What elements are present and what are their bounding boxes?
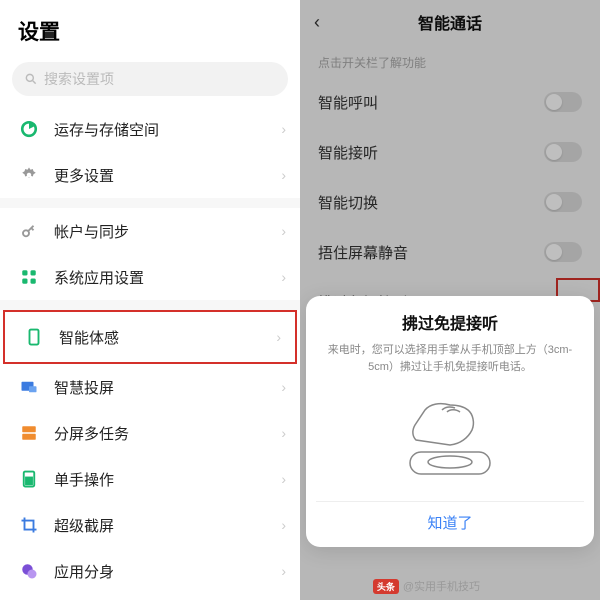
search-icon [24, 72, 38, 86]
row-account-sync[interactable]: 帐户与同步 › [0, 208, 300, 254]
chevron-right-icon: › [276, 329, 281, 345]
row-more-settings[interactable]: 更多设置 › [0, 152, 300, 198]
phone-rect-icon [23, 326, 45, 348]
row-label: 超级截屏 [54, 515, 281, 536]
settings-panel: 设置 搜索设置项 运存与存储空间 › 更多设置 › 帐户与同步 › 系统应用设置… [0, 0, 300, 600]
popup-title: 拂过免提接听 [316, 310, 584, 334]
row-system-apps[interactable]: 系统应用设置 › [0, 254, 300, 300]
search-placeholder: 搜索设置项 [44, 69, 114, 89]
gesture-illustration [316, 385, 584, 495]
row-app-clone[interactable]: 应用分身 › [0, 548, 300, 594]
row-label: 运存与存储空间 [54, 119, 281, 140]
row-super-screenshot[interactable]: 超级截屏 › [0, 502, 300, 548]
chevron-right-icon: › [281, 425, 286, 441]
watermark-author: @实用手机技巧 [403, 578, 480, 594]
row-split-screen[interactable]: 分屏多任务 › [0, 410, 300, 456]
row-label: 智慧投屏 [54, 377, 281, 398]
smart-call-panel: ‹ 智能通话 点击开关栏了解功能 智能呼叫 智能接听 智能切换 捂住屏幕静音 拂… [300, 0, 600, 600]
popup-confirm-button[interactable]: 知道了 [316, 501, 584, 537]
info-popup: 拂过免提接听 来电时，您可以选择用手掌从手机顶部上方（3cm-5cm）拂过让手机… [306, 296, 594, 547]
row-smart-cast[interactable]: 智慧投屏 › [0, 364, 300, 410]
divider [0, 300, 300, 310]
divider [0, 198, 300, 208]
crop-icon [18, 514, 40, 536]
pie-icon [18, 118, 40, 140]
onehand-icon [18, 468, 40, 490]
row-smart-motion[interactable]: 智能体感 › [5, 314, 295, 360]
row-label: 分屏多任务 [54, 423, 281, 444]
cast-icon [18, 376, 40, 398]
apps-icon [18, 266, 40, 288]
row-label: 系统应用设置 [54, 267, 281, 288]
split-icon [18, 422, 40, 444]
chevron-right-icon: › [281, 269, 286, 285]
row-storage[interactable]: 运存与存储空间 › [0, 106, 300, 152]
chevron-right-icon: › [281, 471, 286, 487]
chevron-right-icon: › [281, 121, 286, 137]
row-label: 帐户与同步 [54, 221, 281, 242]
row-one-hand[interactable]: 单手操作 › [0, 456, 300, 502]
search-input[interactable]: 搜索设置项 [12, 62, 288, 96]
popup-description: 来电时，您可以选择用手掌从手机顶部上方（3cm-5cm）拂过让手机免提接听电话。 [316, 342, 584, 385]
watermark-badge: 头条 [373, 579, 399, 594]
page-title: 设置 [0, 0, 300, 56]
row-quick-launch[interactable]: 快捷启动 › [0, 594, 300, 600]
clone-icon [18, 560, 40, 582]
chevron-right-icon: › [281, 379, 286, 395]
key-icon [18, 220, 40, 242]
chevron-right-icon: › [281, 167, 286, 183]
row-label: 智能体感 [59, 327, 276, 348]
chevron-right-icon: › [281, 563, 286, 579]
chevron-right-icon: › [281, 517, 286, 533]
highlight-smart-motion: 智能体感 › [3, 310, 297, 364]
chevron-right-icon: › [281, 223, 286, 239]
row-label: 更多设置 [54, 165, 281, 186]
row-label: 应用分身 [54, 561, 281, 582]
row-label: 单手操作 [54, 469, 281, 490]
watermark: 头条 @实用手机技巧 [373, 578, 480, 594]
gear-icon [18, 164, 40, 186]
